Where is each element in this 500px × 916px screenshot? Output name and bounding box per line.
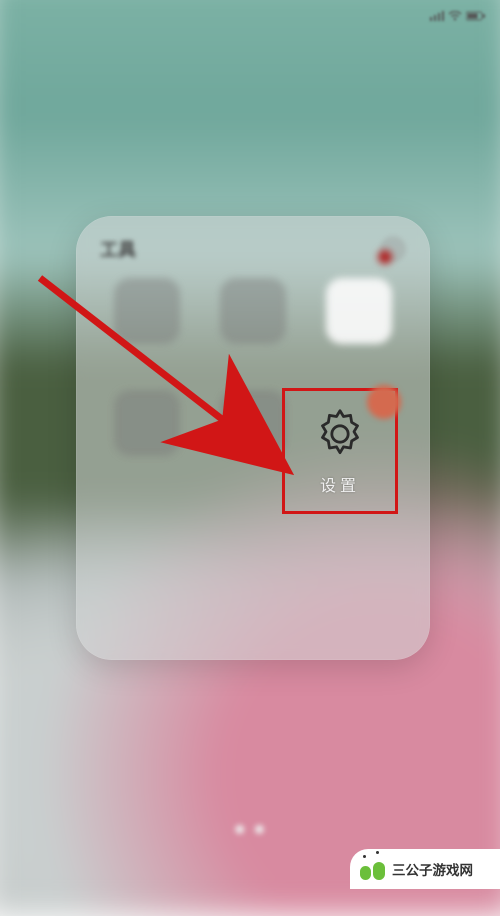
- status-bar: [0, 0, 500, 32]
- app-1-icon: [114, 278, 180, 344]
- folder-title: 工具: [100, 236, 136, 262]
- app-4[interactable]: [94, 390, 200, 478]
- status-right: [430, 11, 486, 21]
- highlight-box: 设置: [282, 388, 398, 514]
- app-2-icon: [220, 278, 286, 344]
- app-settings-label: 设置: [320, 472, 360, 496]
- app-5-icon: [220, 390, 286, 456]
- watermark-text: 三公子游戏网: [392, 859, 473, 879]
- battery-icon: [466, 11, 486, 21]
- signal-icon: [430, 11, 444, 21]
- wifi-icon: [448, 11, 462, 21]
- app-4-icon: [114, 390, 180, 456]
- app-3-icon: [326, 278, 392, 344]
- gear-icon: [312, 406, 368, 462]
- folder-header: 工具: [100, 234, 406, 264]
- app-2[interactable]: [200, 278, 306, 366]
- app-1[interactable]: [94, 278, 200, 366]
- app-3[interactable]: [306, 278, 412, 366]
- watermark-logo-icon: [360, 858, 386, 880]
- home-indicator: ● ●: [234, 818, 267, 841]
- watermark: 三公子游戏网: [350, 849, 500, 889]
- app-settings[interactable]: 设置: [285, 391, 395, 511]
- notification-badge: [378, 250, 392, 264]
